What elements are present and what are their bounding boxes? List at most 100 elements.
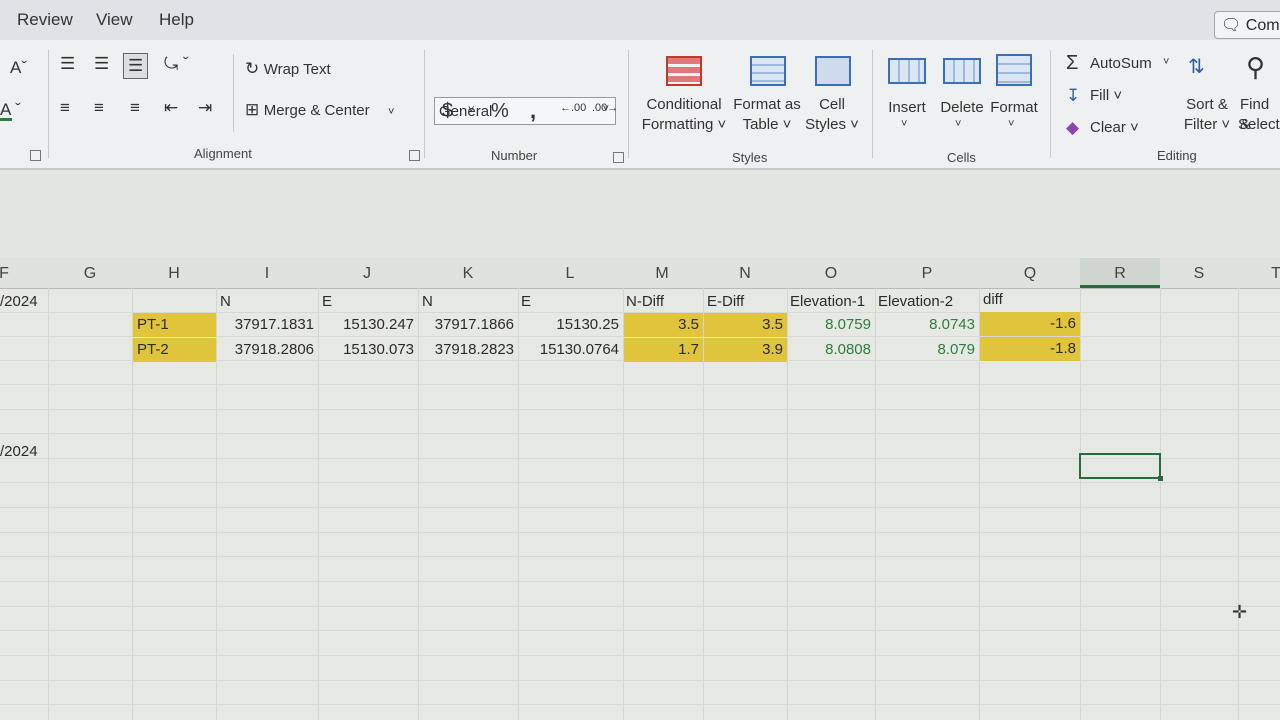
chevron-down-icon[interactable]: ˅ bbox=[468, 104, 474, 116]
diff-cell[interactable]: -1.8 bbox=[980, 337, 1080, 361]
column-header-q[interactable]: Q bbox=[1020, 265, 1040, 283]
number-dialog-launcher[interactable] bbox=[613, 152, 624, 163]
fill-label[interactable]: Fill ˅ bbox=[1090, 86, 1122, 106]
header-cell-m[interactable]: N-Diff bbox=[626, 290, 702, 314]
e-diff-cell[interactable]: 3.9 bbox=[704, 338, 787, 362]
point-label-cell[interactable]: PT-2 bbox=[133, 338, 216, 362]
delete-label[interactable]: Delete bbox=[938, 98, 986, 118]
sort-filter-label[interactable]: Sort & bbox=[1182, 95, 1232, 115]
column-header-t[interactable]: T bbox=[1266, 265, 1280, 283]
header-cell-k[interactable]: N bbox=[422, 290, 516, 314]
column-header-o[interactable]: O bbox=[821, 265, 841, 283]
wrap-text-button[interactable]: ↻ Wrap Text bbox=[245, 59, 331, 80]
header-cell-j[interactable]: E bbox=[322, 290, 416, 314]
data-cell[interactable]: 37917.1831 bbox=[217, 313, 318, 337]
insert-icon[interactable] bbox=[888, 58, 926, 84]
menu-review[interactable]: Review bbox=[17, 10, 73, 30]
column-header-m[interactable]: M bbox=[652, 265, 672, 283]
align-center-icon[interactable]: ≡ bbox=[94, 98, 104, 118]
alignment-dialog-launcher[interactable] bbox=[409, 150, 420, 161]
percent-button[interactable]: % bbox=[491, 100, 509, 123]
header-cell-p[interactable]: Elevation-2 bbox=[878, 290, 978, 314]
align-bottom-icon[interactable]: ☰ bbox=[123, 53, 149, 79]
elevation-1-cell[interactable]: 8.0759 bbox=[788, 313, 875, 337]
orientation-icon[interactable]: ⤿ ˇ bbox=[164, 54, 189, 74]
eraser-icon[interactable]: ◆ bbox=[1066, 118, 1079, 138]
comments-button[interactable]: 🗨 Com bbox=[1214, 11, 1280, 39]
column-header-f[interactable]: F bbox=[0, 265, 14, 283]
autosum-icon[interactable]: Σ bbox=[1066, 52, 1078, 75]
menu-help[interactable]: Help bbox=[159, 10, 194, 30]
fill-icon[interactable]: ↧ bbox=[1066, 86, 1080, 106]
header-cell-i[interactable]: N bbox=[220, 290, 316, 314]
align-middle-icon[interactable]: ☰ bbox=[94, 54, 109, 74]
column-header-k[interactable]: K bbox=[458, 265, 478, 283]
menu-view[interactable]: View bbox=[96, 10, 133, 30]
cell-styles-label[interactable]: Cell bbox=[802, 95, 862, 115]
column-header-n[interactable]: N bbox=[735, 265, 755, 283]
cell-styles-label-2[interactable]: Styles ˅ bbox=[800, 115, 864, 135]
font-dialog-launcher[interactable] bbox=[30, 150, 41, 161]
currency-button[interactable]: $ bbox=[442, 100, 453, 123]
conditional-formatting-icon[interactable] bbox=[666, 56, 702, 86]
column-header-l[interactable]: L bbox=[560, 265, 580, 283]
sort-filter-icon[interactable]: ⇅ bbox=[1188, 54, 1205, 79]
column-header-r[interactable]: R bbox=[1110, 265, 1130, 283]
align-right-icon[interactable]: ≡ bbox=[130, 98, 140, 118]
active-cell-selection[interactable] bbox=[1079, 453, 1163, 481]
header-cell-o[interactable]: Elevation-1 bbox=[790, 290, 876, 314]
n-diff-cell[interactable]: 3.5 bbox=[624, 313, 703, 337]
format-as-table-icon[interactable] bbox=[750, 56, 786, 86]
data-cell[interactable]: 15130.25 bbox=[519, 313, 623, 337]
column-header-h[interactable]: H bbox=[164, 265, 184, 283]
number-format-select[interactable]: General ˅ bbox=[434, 97, 616, 125]
format-label[interactable]: Format bbox=[989, 98, 1039, 118]
data-cell[interactable]: 37917.1866 bbox=[419, 313, 518, 337]
font-grow-button[interactable]: Aˇ bbox=[10, 58, 27, 78]
clear-label[interactable]: Clear ˅ bbox=[1090, 118, 1139, 138]
sort-filter-label-2[interactable]: Filter ˅ bbox=[1180, 115, 1234, 135]
align-top-icon[interactable]: ☰ bbox=[60, 54, 75, 74]
comma-button[interactable]: , bbox=[530, 98, 536, 124]
e-diff-cell[interactable]: 3.5 bbox=[704, 313, 787, 337]
header-cell-q[interactable]: diff bbox=[983, 288, 1079, 312]
decrease-decimal-button[interactable]: .00→ bbox=[592, 102, 618, 114]
n-diff-cell[interactable]: 1.7 bbox=[624, 338, 703, 362]
increase-indent-icon[interactable]: ⇥ bbox=[198, 98, 212, 118]
elevation-2-cell[interactable]: 8.079 bbox=[876, 338, 979, 362]
chevron-down-icon[interactable]: ˅ bbox=[1008, 118, 1014, 130]
chevron-down-icon[interactable]: ˅ bbox=[955, 118, 961, 130]
align-left-icon[interactable]: ≡ bbox=[60, 98, 70, 118]
data-cell[interactable]: 37918.2806 bbox=[217, 338, 318, 362]
data-cell[interactable]: 15130.247 bbox=[319, 313, 418, 337]
chevron-down-icon[interactable]: ˅ bbox=[901, 118, 907, 130]
format-as-table-label-2[interactable]: Table ˅ bbox=[730, 115, 804, 135]
chevron-down-icon[interactable]: ˅ bbox=[1163, 56, 1169, 68]
autosum-label[interactable]: AutoSum bbox=[1090, 54, 1152, 74]
format-icon[interactable] bbox=[996, 54, 1032, 86]
elevation-2-cell[interactable]: 8.0743 bbox=[876, 313, 979, 337]
increase-decimal-button[interactable]: ←.00 bbox=[560, 102, 586, 114]
column-header-s[interactable]: S bbox=[1189, 265, 1209, 283]
decrease-indent-icon[interactable]: ⇤ bbox=[164, 98, 178, 118]
data-cell[interactable]: 15130.0764 bbox=[519, 338, 623, 362]
merge-center-button[interactable]: ⊞ Merge & Center ˅ bbox=[245, 100, 394, 121]
insert-label[interactable]: Insert bbox=[884, 98, 930, 118]
spreadsheet-grid[interactable]: /2024 /2024 N E N E N-Diff E-Diff Elevat… bbox=[0, 288, 1280, 720]
header-cell-n[interactable]: E-Diff bbox=[707, 290, 787, 314]
column-header-j[interactable]: J bbox=[357, 265, 377, 283]
column-header-p[interactable]: P bbox=[917, 265, 937, 283]
diff-cell[interactable]: -1.6 bbox=[980, 312, 1080, 336]
date-cell[interactable]: /2024 bbox=[0, 290, 48, 314]
find-select-label-2[interactable]: Select bbox=[1238, 115, 1280, 135]
date-cell[interactable]: /2024 bbox=[0, 440, 48, 464]
point-label-cell[interactable]: PT-1 bbox=[133, 313, 216, 337]
font-color-button[interactable]: A ˇ bbox=[0, 100, 21, 120]
conditional-formatting-label-2[interactable]: Formatting ˅ bbox=[636, 115, 732, 135]
data-cell[interactable]: 15130.073 bbox=[319, 338, 418, 362]
cell-styles-icon[interactable] bbox=[815, 56, 851, 86]
search-icon[interactable]: ⚲ bbox=[1246, 52, 1265, 83]
delete-icon[interactable] bbox=[943, 58, 981, 84]
header-cell-l[interactable]: E bbox=[521, 290, 621, 314]
conditional-formatting-label[interactable]: Conditional bbox=[640, 95, 728, 115]
